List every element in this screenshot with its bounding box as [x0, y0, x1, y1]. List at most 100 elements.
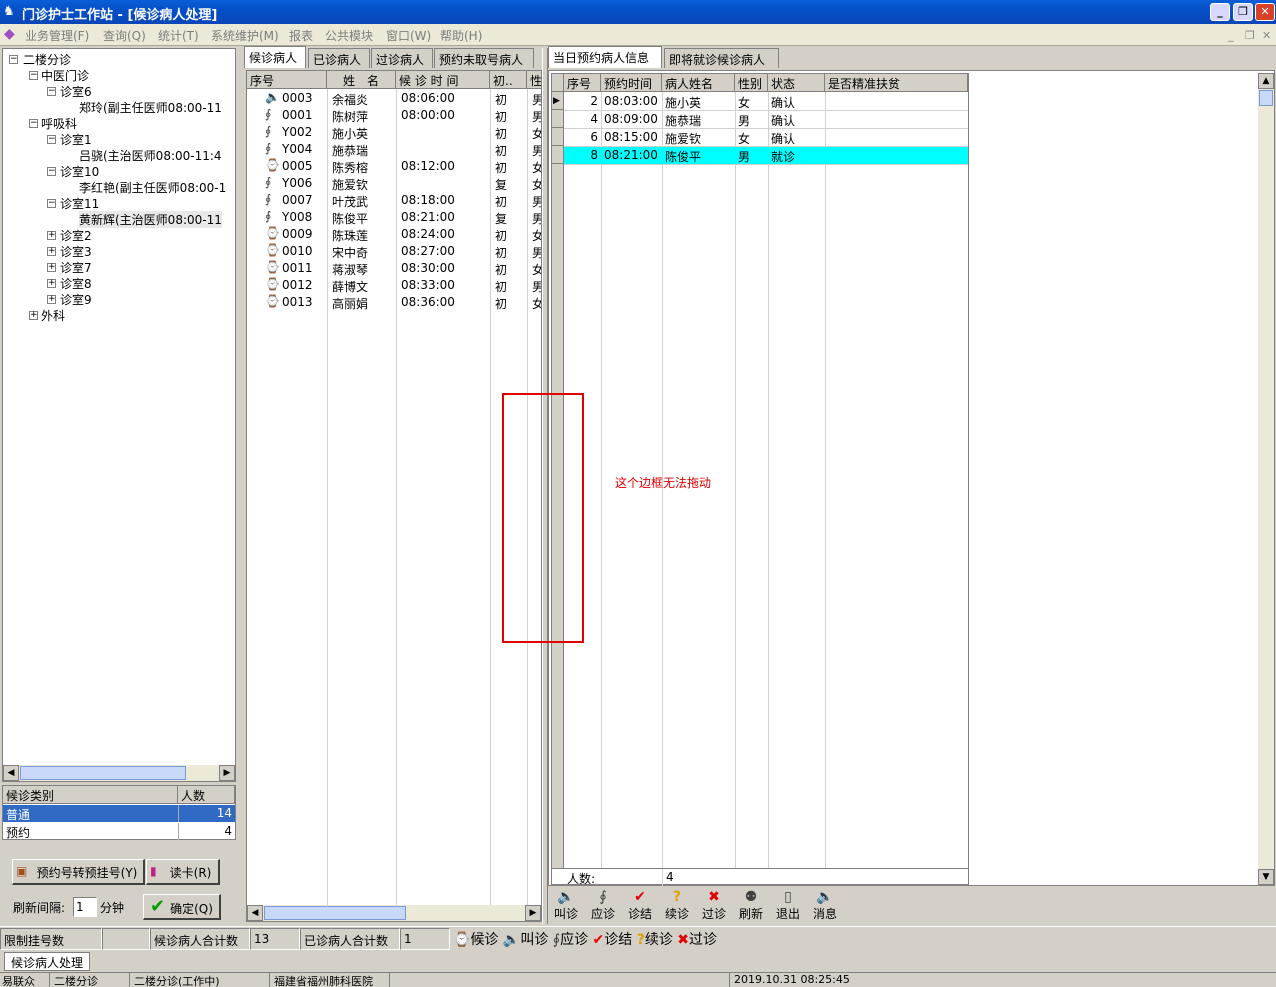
mdi-close-button[interactable]: ✕	[1262, 29, 1271, 42]
menu-system[interactable]: 系统维护(M)	[211, 27, 279, 44]
col-header-status[interactable]: 状态	[768, 74, 825, 92]
col-header-poverty[interactable]: 是否精准扶贫	[825, 74, 968, 92]
skip-button[interactable]: ✖ 过诊	[696, 889, 732, 922]
mdi-restore-button[interactable]: ❐	[1245, 29, 1255, 42]
table-row[interactable]: ∮ 0007 叶茂武 08:18:00 初 男	[247, 192, 541, 209]
exit-button[interactable]: ▯ 退出	[770, 889, 806, 922]
scroll-right-icon[interactable]: ▶	[525, 905, 541, 921]
mdi-minimize-button[interactable]: _	[1228, 29, 1234, 42]
collapse-icon[interactable]: −	[47, 87, 56, 96]
close-button[interactable]: ✕	[1255, 3, 1275, 21]
department-tree[interactable]: − 二楼分诊 − 中医门诊 − 诊室6 郑玲(副主任医师08:00-11 − 呼…	[2, 48, 236, 782]
expand-icon[interactable]: +	[47, 247, 56, 256]
convert-appointment-button[interactable]: ▣ 预约号转预挂号(Y)	[12, 859, 145, 885]
menu-query[interactable]: 查询(Q)	[103, 27, 146, 44]
minimize-button[interactable]: _	[1210, 3, 1230, 21]
refresh-interval-input[interactable]	[73, 897, 97, 917]
tree-doctor[interactable]: 李红艳(副主任医师08:00-1	[79, 179, 226, 196]
left-splitter[interactable]	[237, 48, 244, 924]
tree-doctor[interactable]: 吕骁(主治医师08:00-11:4	[79, 147, 222, 164]
category-row[interactable]: 预约 4	[3, 823, 235, 840]
scroll-thumb[interactable]	[1259, 90, 1273, 106]
table-row[interactable]: ⌚0013 高丽娟 08:36:00 初 女	[247, 294, 541, 311]
menu-window[interactable]: 窗口(W)	[386, 27, 431, 44]
collapse-icon[interactable]: −	[47, 135, 56, 144]
tree-dept-tcm[interactable]: 中医门诊	[41, 67, 89, 84]
tab-appointment-no-number[interactable]: 预约未取号病人	[434, 48, 534, 68]
tree-room9[interactable]: 诊室9	[60, 291, 92, 308]
table-row[interactable]: ∮ Y006 施爱钦 复 女	[247, 175, 541, 192]
appointment-vscrollbar[interactable]: ▲ ▼	[1258, 73, 1274, 885]
tree-doctor-selected[interactable]: 黄新辉(主治医师08:00-11	[79, 211, 222, 228]
table-row[interactable]: ⌚0010 宋中奇 08:27:00 初 男	[247, 243, 541, 260]
collapse-icon[interactable]: −	[29, 71, 38, 80]
expand-icon[interactable]: +	[47, 279, 56, 288]
scroll-thumb[interactable]	[20, 766, 186, 780]
table-row[interactable]: 2 08:03:00 施小英 女 确认	[564, 93, 968, 111]
tree-room7[interactable]: 诊室7	[60, 259, 92, 276]
message-button[interactable]: 🔈 消息	[807, 889, 843, 922]
tab-waiting[interactable]: 候诊病人	[244, 46, 306, 68]
table-row[interactable]: 🔈0003 余福炎 08:06:00 初 男	[247, 90, 541, 107]
menu-reports[interactable]: 报表	[289, 27, 313, 44]
read-card-button[interactable]: ▮ 读卡(R)	[146, 859, 220, 885]
waiting-hscrollbar[interactable]: ◀ ▶	[247, 905, 541, 921]
finish-button[interactable]: ✔ 诊结	[622, 889, 658, 922]
table-row[interactable]: ∮ Y002 施小英 初 女	[247, 124, 541, 141]
menu-public[interactable]: 公共模块	[325, 27, 373, 44]
scroll-right-icon[interactable]: ▶	[219, 765, 235, 781]
continue-button[interactable]: ? 续诊	[659, 889, 695, 922]
tree-room8[interactable]: 诊室8	[60, 275, 92, 292]
refresh-button[interactable]: ⚉ 刷新	[733, 889, 769, 922]
collapse-icon[interactable]: −	[29, 119, 38, 128]
col-header-sex[interactable]: 性	[527, 71, 541, 89]
table-row[interactable]: 6 08:15:00 施爱钦 女 确认	[564, 129, 968, 147]
scroll-left-icon[interactable]: ◀	[3, 765, 19, 781]
expand-icon[interactable]: +	[47, 263, 56, 272]
tree-room3[interactable]: 诊室3	[60, 243, 92, 260]
scroll-thumb[interactable]	[264, 906, 406, 920]
col-header-patient-name[interactable]: 病人姓名	[662, 74, 735, 92]
tree-room1[interactable]: 诊室1	[60, 131, 92, 148]
scroll-left-icon[interactable]: ◀	[247, 905, 263, 921]
collapse-icon[interactable]: −	[47, 167, 56, 176]
col-header-no[interactable]: 序号	[247, 71, 327, 89]
tab-done[interactable]: 已诊病人	[308, 48, 370, 68]
scroll-down-icon[interactable]: ▼	[1258, 869, 1274, 885]
tree-dept-surgery[interactable]: 外科	[41, 307, 65, 324]
table-row[interactable]: ⌚0011 蒋淑琴 08:30:00 初 女	[247, 260, 541, 277]
col-header-appt-time[interactable]: 预约时间	[601, 74, 662, 92]
tab-missed[interactable]: 过诊病人	[371, 48, 433, 68]
tab-upcoming-patients[interactable]: 即将就诊候诊病人	[664, 48, 779, 68]
expand-icon[interactable]: +	[47, 231, 56, 240]
scroll-up-icon[interactable]: ▲	[1258, 73, 1274, 89]
table-row[interactable]: 4 08:09:00 施恭瑞 男 确认	[564, 111, 968, 129]
category-row-selected[interactable]: 普通 14	[3, 805, 235, 822]
table-row-selected[interactable]: 8 08:21:00 陈俊平 男 就诊	[564, 147, 968, 165]
collapse-icon[interactable]: −	[9, 55, 18, 64]
col-header-sex[interactable]: 性别	[735, 74, 768, 92]
table-row[interactable]: ⌚0009 陈珠莲 08:24:00 初 女	[247, 226, 541, 243]
menu-business[interactable]: 业务管理(F)	[25, 27, 89, 44]
col-header-name[interactable]: 姓 名	[327, 71, 396, 89]
tree-room2[interactable]: 诊室2	[60, 227, 92, 244]
menu-help[interactable]: 帮助(H)	[440, 27, 482, 44]
tree-dept-respiratory[interactable]: 呼吸科	[41, 115, 77, 132]
table-row[interactable]: ∮ Y004 施恭瑞 初 男	[247, 141, 541, 158]
table-row[interactable]: ⌚0005 陈秀榕 08:12:00 初 女	[247, 158, 541, 175]
expand-icon[interactable]: +	[47, 295, 56, 304]
table-row[interactable]: ⌚0012 薛博文 08:33:00 初 男	[247, 277, 541, 294]
answer-button[interactable]: ∮ 应诊	[585, 889, 621, 922]
col-header-appt-no[interactable]: 序号	[564, 74, 601, 92]
restore-button[interactable]: ❐	[1233, 3, 1253, 21]
tree-room6[interactable]: 诊室6	[60, 83, 92, 100]
table-row[interactable]: ∮ 0001 陈树萍 08:00:00 初 男	[247, 107, 541, 124]
menu-stats[interactable]: 统计(T)	[158, 27, 199, 44]
tree-room11[interactable]: 诊室11	[60, 195, 99, 212]
appointment-grid[interactable]: 序号 预约时间 病人姓名 性别 状态 是否精准扶贫 2 08:03:00 施小英女确…	[551, 73, 969, 886]
col-header-time[interactable]: 候 诊 时 间	[396, 71, 490, 89]
col-header-type[interactable]: 初..	[490, 71, 527, 89]
expand-icon[interactable]: +	[29, 311, 38, 320]
collapse-icon[interactable]: −	[47, 199, 56, 208]
table-row[interactable]: ∮ Y008 陈俊平 08:21:00 复 男	[247, 209, 541, 226]
